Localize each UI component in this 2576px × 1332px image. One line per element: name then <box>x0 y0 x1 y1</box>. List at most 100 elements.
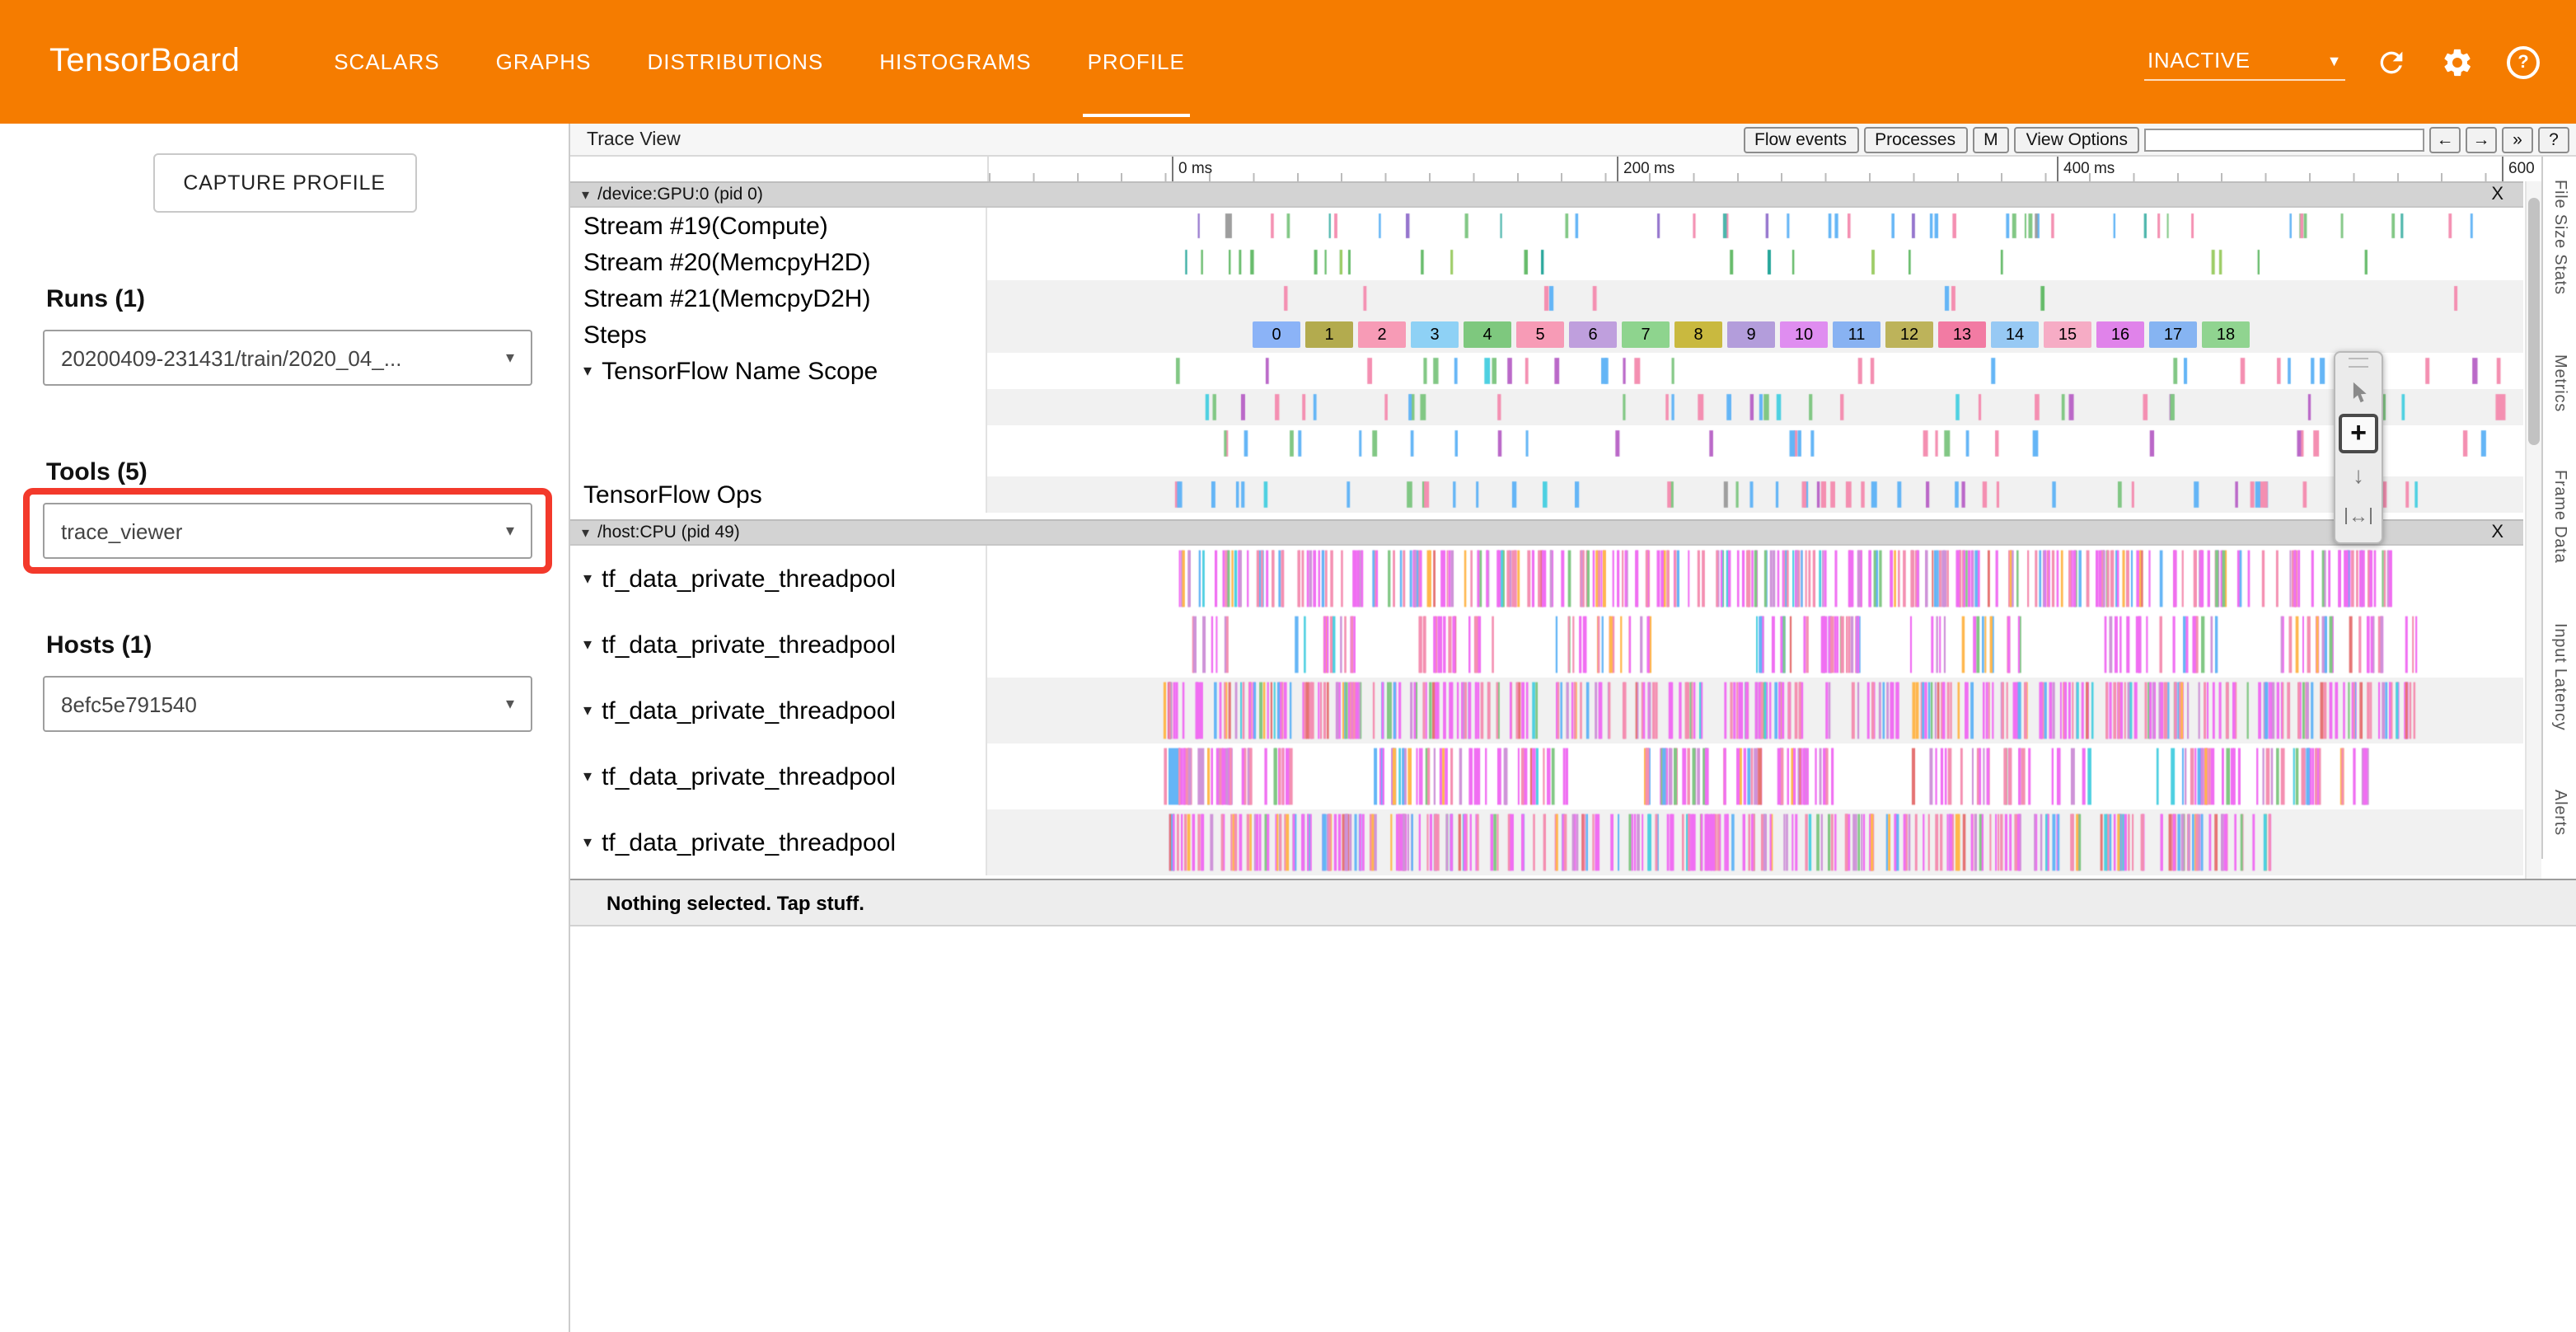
track-canvas[interactable]: 0123456789101112131415161718 <box>987 317 2523 353</box>
trace-events-canvas[interactable] <box>987 546 2523 612</box>
step-block-9[interactable]: 9 <box>1727 321 1775 348</box>
track-canvas[interactable] <box>987 389 2523 425</box>
trace-events-canvas[interactable] <box>987 425 2523 462</box>
close-group-button[interactable]: X <box>2491 523 2503 542</box>
track-canvas[interactable] <box>987 612 2523 678</box>
step-block-12[interactable]: 12 <box>1885 321 1933 348</box>
track-canvas[interactable] <box>987 462 2523 476</box>
group-title: /host:CPU (pid 49) <box>597 523 740 542</box>
step-block-16[interactable]: 16 <box>2096 321 2144 348</box>
trace-events-canvas[interactable] <box>987 244 2523 280</box>
track-canvas[interactable] <box>987 244 2523 280</box>
row-collapse-icon[interactable]: ▾ <box>583 833 592 851</box>
track-canvas[interactable] <box>987 476 2523 513</box>
trace-events-canvas[interactable] <box>987 353 2523 389</box>
track-row <box>570 425 2523 462</box>
hosts-select[interactable]: 8efc5e791540 ▾ <box>43 676 532 732</box>
tab-scalars[interactable]: SCALARS <box>306 0 467 124</box>
tab-graphs[interactable]: GRAPHS <box>468 0 620 124</box>
refresh-icon[interactable] <box>2372 42 2411 82</box>
step-block-5[interactable]: 5 <box>1516 321 1564 348</box>
track-row: Stream #20(MemcpyH2D) <box>570 244 2523 280</box>
trace-events-canvas[interactable] <box>987 389 2523 425</box>
vertical-scrollbar[interactable] <box>2525 181 2541 879</box>
collapse-icon[interactable]: ▾ <box>582 185 589 204</box>
trace-search-input[interactable] <box>2144 128 2424 151</box>
hosts-label: Hosts (1) <box>46 631 569 659</box>
step-block-1[interactable]: 1 <box>1305 321 1353 348</box>
step-block-13[interactable]: 13 <box>1938 321 1986 348</box>
trace-toolbar: Trace View Flow eventsProcessesMView Opt… <box>570 124 2576 157</box>
flow-events-button[interactable]: Flow events <box>1743 126 1858 152</box>
side-tab-alerts[interactable]: Alerts <box>2550 790 2569 836</box>
track-canvas[interactable] <box>987 678 2523 743</box>
row-collapse-icon[interactable]: ▾ <box>583 362 592 380</box>
trace-events-canvas[interactable] <box>987 809 2523 875</box>
chevron-down-icon: ▾ <box>506 522 514 540</box>
trace-events-canvas[interactable] <box>987 678 2523 743</box>
row-collapse-icon[interactable]: ▾ <box>583 767 592 786</box>
view-options-button[interactable]: View Options <box>2015 126 2139 152</box>
timing-tool-button[interactable]: ↔ <box>2339 496 2378 536</box>
zoom-tool-button[interactable]: + <box>2339 414 2378 453</box>
track-label: ▾tf_data_private_threadpool <box>570 678 987 743</box>
help-icon[interactable]: ? <box>2503 42 2543 82</box>
trace-events-canvas[interactable] <box>987 476 2523 513</box>
capture-profile-button[interactable]: CAPTURE PROFILE <box>152 153 416 213</box>
step-block-3[interactable]: 3 <box>1411 321 1459 348</box>
step-block-8[interactable]: 8 <box>1674 321 1722 348</box>
m-button[interactable]: M <box>1972 126 2010 152</box>
side-tab-file-size-stats[interactable]: File Size Stats <box>2550 180 2569 295</box>
track-row: ▾tf_data_private_threadpool <box>570 612 2523 678</box>
step-block-11[interactable]: 11 <box>1833 321 1880 348</box>
track-canvas[interactable] <box>987 743 2523 809</box>
side-tab-input-latency[interactable]: Input Latency <box>2550 623 2569 731</box>
collapse-icon[interactable]: ▾ <box>582 523 589 542</box>
profile-sidebar: CAPTURE PROFILE Runs (1) 20200409-231431… <box>0 124 570 1332</box>
step-block-0[interactable]: 0 <box>1253 321 1300 348</box>
selection-tool-button[interactable] <box>2339 373 2378 412</box>
pan-tool-button[interactable]: ↓ <box>2339 455 2378 495</box>
track-canvas[interactable] <box>987 425 2523 462</box>
row-collapse-icon[interactable]: ▾ <box>583 570 592 588</box>
tools-select[interactable]: trace_viewer ▾ <box>43 503 532 559</box>
processes-button[interactable]: Processes <box>1863 126 1967 152</box>
row-collapse-icon[interactable]: ▾ <box>583 701 592 720</box>
page-forward-button[interactable]: » <box>2502 126 2533 152</box>
pan-right-button[interactable]: → <box>2466 126 2497 152</box>
trace-events-canvas[interactable] <box>987 743 2523 809</box>
track-canvas[interactable] <box>987 809 2523 875</box>
step-block-2[interactable]: 2 <box>1358 321 1406 348</box>
close-group-button[interactable]: X <box>2491 185 2503 204</box>
track-canvas[interactable] <box>987 546 2523 612</box>
tab-histograms[interactable]: HISTOGRAMS <box>851 0 1059 124</box>
step-block-7[interactable]: 7 <box>1622 321 1670 348</box>
trace-events-canvas[interactable] <box>987 612 2523 678</box>
scrollbar-thumb[interactable] <box>2528 198 2540 445</box>
track-canvas[interactable] <box>987 353 2523 389</box>
tab-profile[interactable]: PROFILE <box>1060 0 1213 124</box>
tab-distributions[interactable]: DISTRIBUTIONS <box>619 0 851 124</box>
step-block-6[interactable]: 6 <box>1569 321 1617 348</box>
track-canvas[interactable] <box>987 280 2523 317</box>
settings-gear-icon[interactable] <box>2438 42 2477 82</box>
runs-value: 20200409-231431/train/2020_04_... <box>61 345 402 370</box>
track-canvas[interactable] <box>987 208 2523 244</box>
trace-events-canvas[interactable] <box>987 280 2523 317</box>
side-tab-metrics[interactable]: Metrics <box>2550 354 2569 411</box>
trace-events-canvas[interactable] <box>987 208 2523 244</box>
run-status-select[interactable]: INACTIVE ▼ <box>2144 43 2345 81</box>
pan-left-button[interactable]: ← <box>2429 126 2461 152</box>
step-block-17[interactable]: 17 <box>2149 321 2197 348</box>
trace-help-button[interactable]: ? <box>2538 126 2569 152</box>
side-tab-frame-data[interactable]: Frame Data <box>2550 471 2569 565</box>
track-label: ▾tf_data_private_threadpool <box>570 743 987 809</box>
row-collapse-icon[interactable]: ▾ <box>583 636 592 654</box>
step-block-4[interactable]: 4 <box>1464 321 1511 348</box>
step-block-18[interactable]: 18 <box>2202 321 2250 348</box>
step-block-14[interactable]: 14 <box>1991 321 2039 348</box>
palette-grip[interactable] <box>2349 358 2368 368</box>
step-block-10[interactable]: 10 <box>1780 321 1828 348</box>
runs-select[interactable]: 20200409-231431/train/2020_04_... ▾ <box>43 330 532 386</box>
step-block-15[interactable]: 15 <box>2044 321 2091 348</box>
